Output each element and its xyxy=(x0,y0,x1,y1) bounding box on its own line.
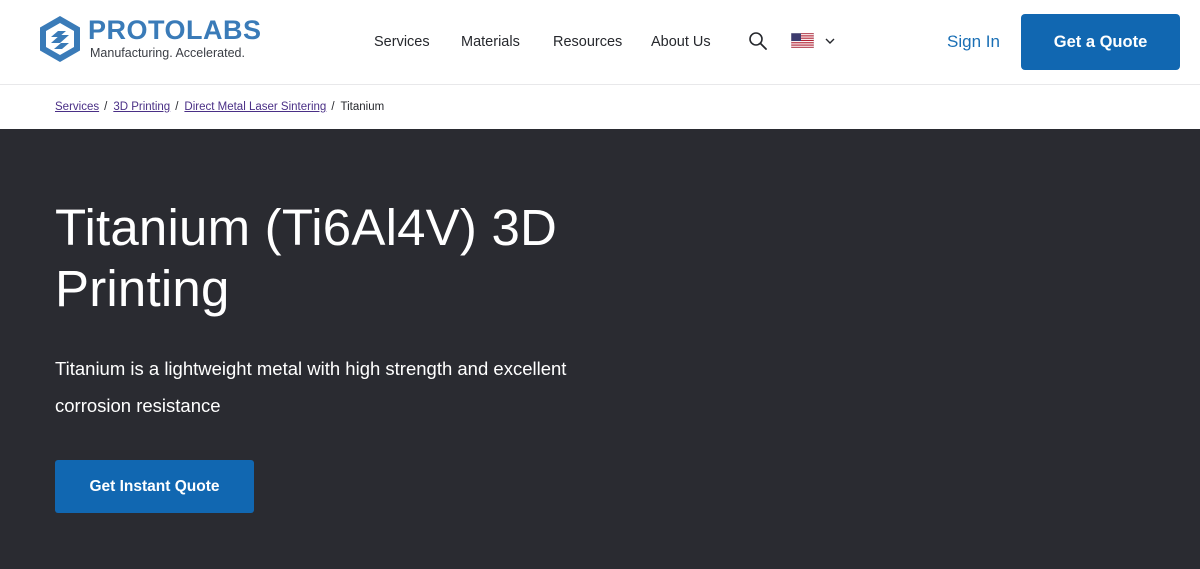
breadcrumb-3d-printing[interactable]: 3D Printing xyxy=(113,101,170,113)
logo-name: PROTOLABS xyxy=(88,15,262,45)
nav-item-resources[interactable]: Resources xyxy=(553,33,622,51)
site-header: PROTOLABS Manufacturing. Accelerated. Se… xyxy=(0,0,1200,85)
protolabs-logo-icon xyxy=(40,16,80,62)
us-flag-icon xyxy=(791,33,814,48)
hero-description: Titanium is a lightweight metal with hig… xyxy=(55,358,567,416)
breadcrumb-services[interactable]: Services xyxy=(55,101,99,113)
breadcrumb: Services / 3D Printing / Direct Metal La… xyxy=(0,85,1200,129)
nav-item-services[interactable]: Services xyxy=(374,33,430,51)
nav-item-materials[interactable]: Materials xyxy=(461,33,520,51)
breadcrumb-separator: / xyxy=(104,101,108,113)
breadcrumb-separator: / xyxy=(175,101,179,113)
get-a-quote-button[interactable]: Get a Quote xyxy=(1021,14,1180,70)
get-instant-quote-button[interactable]: Get Instant Quote xyxy=(55,460,254,513)
sign-in-link[interactable]: Sign In xyxy=(947,31,1000,53)
protolabs-logo[interactable]: PROTOLABS Manufacturing. Accelerated. xyxy=(38,15,262,63)
breadcrumb-separator: / xyxy=(331,101,335,113)
search-icon[interactable] xyxy=(748,31,768,51)
page-title: Titanium (Ti6Al4V) 3D Printing xyxy=(55,199,558,317)
chevron-down-icon xyxy=(825,38,835,44)
nav-item-about-us[interactable]: About Us xyxy=(651,33,711,51)
logo-tagline: Manufacturing. Accelerated. xyxy=(90,46,245,60)
breadcrumb-dmls[interactable]: Direct Metal Laser Sintering xyxy=(184,101,326,113)
hero-section: Titanium (Ti6Al4V) 3D Printing Titanium … xyxy=(0,129,1200,569)
locale-selector[interactable] xyxy=(791,33,836,48)
breadcrumb-current: Titanium xyxy=(340,101,385,113)
